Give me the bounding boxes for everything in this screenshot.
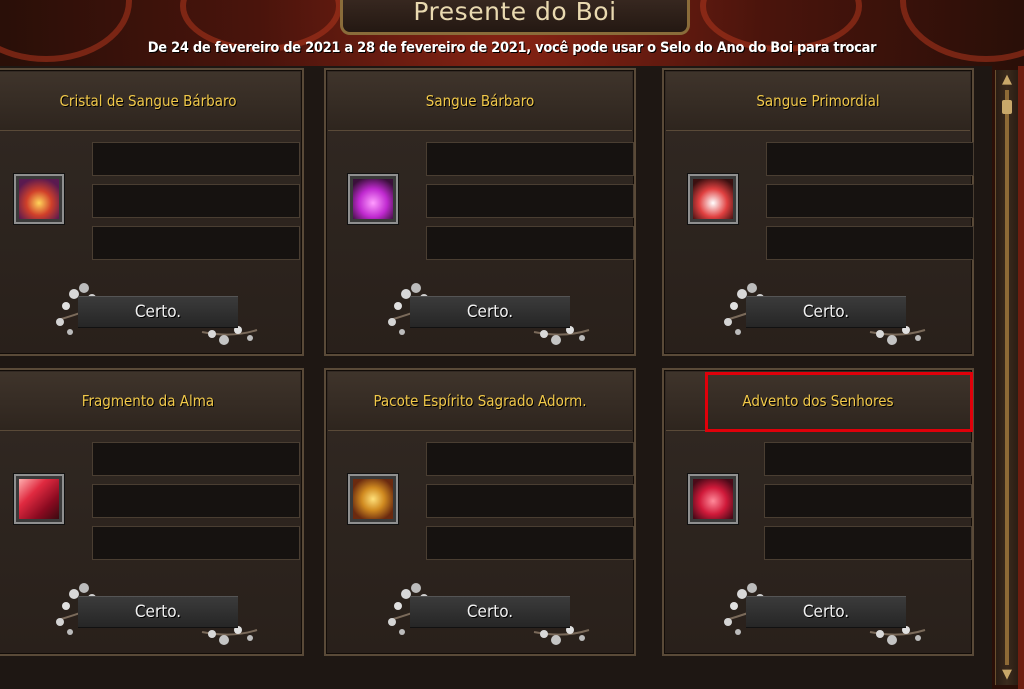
scroll-thumb[interactable]	[1002, 100, 1012, 114]
scroll-track[interactable]	[1005, 90, 1009, 665]
requirement-slot	[764, 526, 972, 560]
confirm-button[interactable]: Certo.	[746, 596, 906, 628]
scroll-up-icon[interactable]: ▲	[999, 73, 1015, 87]
confirm-area: Certo.	[52, 280, 262, 350]
title-highlight-box	[705, 372, 973, 432]
requirement-slot	[426, 442, 634, 476]
exchange-card-sangue-barbaro: Sangue Bárbaro Certo.	[324, 68, 636, 356]
purple-potion-icon[interactable]	[348, 174, 398, 224]
card-header: Sangue Primordial	[666, 72, 970, 131]
confirm-button[interactable]: Certo.	[78, 296, 238, 328]
requirement-slot	[92, 484, 300, 518]
confirm-area: Certo.	[720, 580, 930, 650]
requirement-slot	[92, 526, 300, 560]
confirm-area: Certo.	[720, 280, 930, 350]
window-title-plate: Presente do Boi	[340, 0, 690, 35]
confirm-area: Certo.	[384, 580, 594, 650]
card-header: Pacote Espírito Sagrado Adorm.	[328, 372, 632, 431]
treasure-chest-icon[interactable]	[348, 474, 398, 524]
event-description: De 24 de fevereiro de 2021 a 28 de fever…	[147, 40, 877, 56]
card-title: Pacote Espírito Sagrado Adorm.	[373, 392, 587, 410]
card-title: Cristal de Sangue Bárbaro	[59, 92, 237, 110]
card-title: Sangue Primordial	[756, 92, 880, 110]
exchange-card-fragmento-da-alma: Fragmento da Alma Certo.	[0, 368, 304, 656]
requirement-slot	[92, 226, 300, 260]
confirm-button[interactable]: Certo.	[410, 296, 570, 328]
requirement-slot	[426, 184, 634, 218]
scroll-down-icon[interactable]: ▼	[999, 668, 1015, 682]
requirement-slot	[764, 442, 972, 476]
exchange-card-pacote-espirito-sagrado: Pacote Espírito Sagrado Adorm. Certo.	[324, 368, 636, 656]
card-header: Fragmento da Alma	[0, 372, 300, 431]
requirement-slot	[92, 184, 300, 218]
confirm-button[interactable]: Certo.	[410, 596, 570, 628]
confirm-area: Certo.	[384, 280, 594, 350]
requirement-slot	[426, 142, 634, 176]
blood-crystal-bottle-icon[interactable]	[14, 174, 64, 224]
requirement-slot	[766, 142, 974, 176]
red-pouch-icon[interactable]	[688, 474, 738, 524]
requirement-slot	[766, 184, 974, 218]
frame-edge	[1018, 66, 1024, 689]
red-potion-icon[interactable]	[688, 174, 738, 224]
card-header: Sangue Bárbaro	[328, 72, 632, 131]
exchange-card-sangue-primordial: Sangue Primordial Certo.	[662, 68, 974, 356]
requirement-slot	[426, 526, 634, 560]
confirm-button[interactable]: Certo.	[746, 296, 906, 328]
requirement-slot	[764, 484, 972, 518]
requirement-slot	[92, 142, 300, 176]
card-title: Sangue Bárbaro	[425, 92, 535, 110]
confirm-area: Certo.	[52, 580, 262, 650]
requirement-slot	[426, 226, 634, 260]
requirement-slot	[766, 226, 974, 260]
card-title: Fragmento da Alma	[81, 392, 215, 410]
red-gem-icon[interactable]	[14, 474, 64, 524]
requirement-slot	[426, 484, 634, 518]
confirm-button[interactable]: Certo.	[78, 596, 238, 628]
vertical-scrollbar[interactable]: ▲ ▼	[995, 70, 1019, 685]
card-header: Cristal de Sangue Bárbaro	[0, 72, 300, 131]
requirement-slot	[92, 442, 300, 476]
exchange-card-cristal-de-sangue-barbaro: Cristal de Sangue Bárbaro Certo.	[0, 68, 304, 356]
window-title: Presente do Boi	[413, 0, 617, 26]
